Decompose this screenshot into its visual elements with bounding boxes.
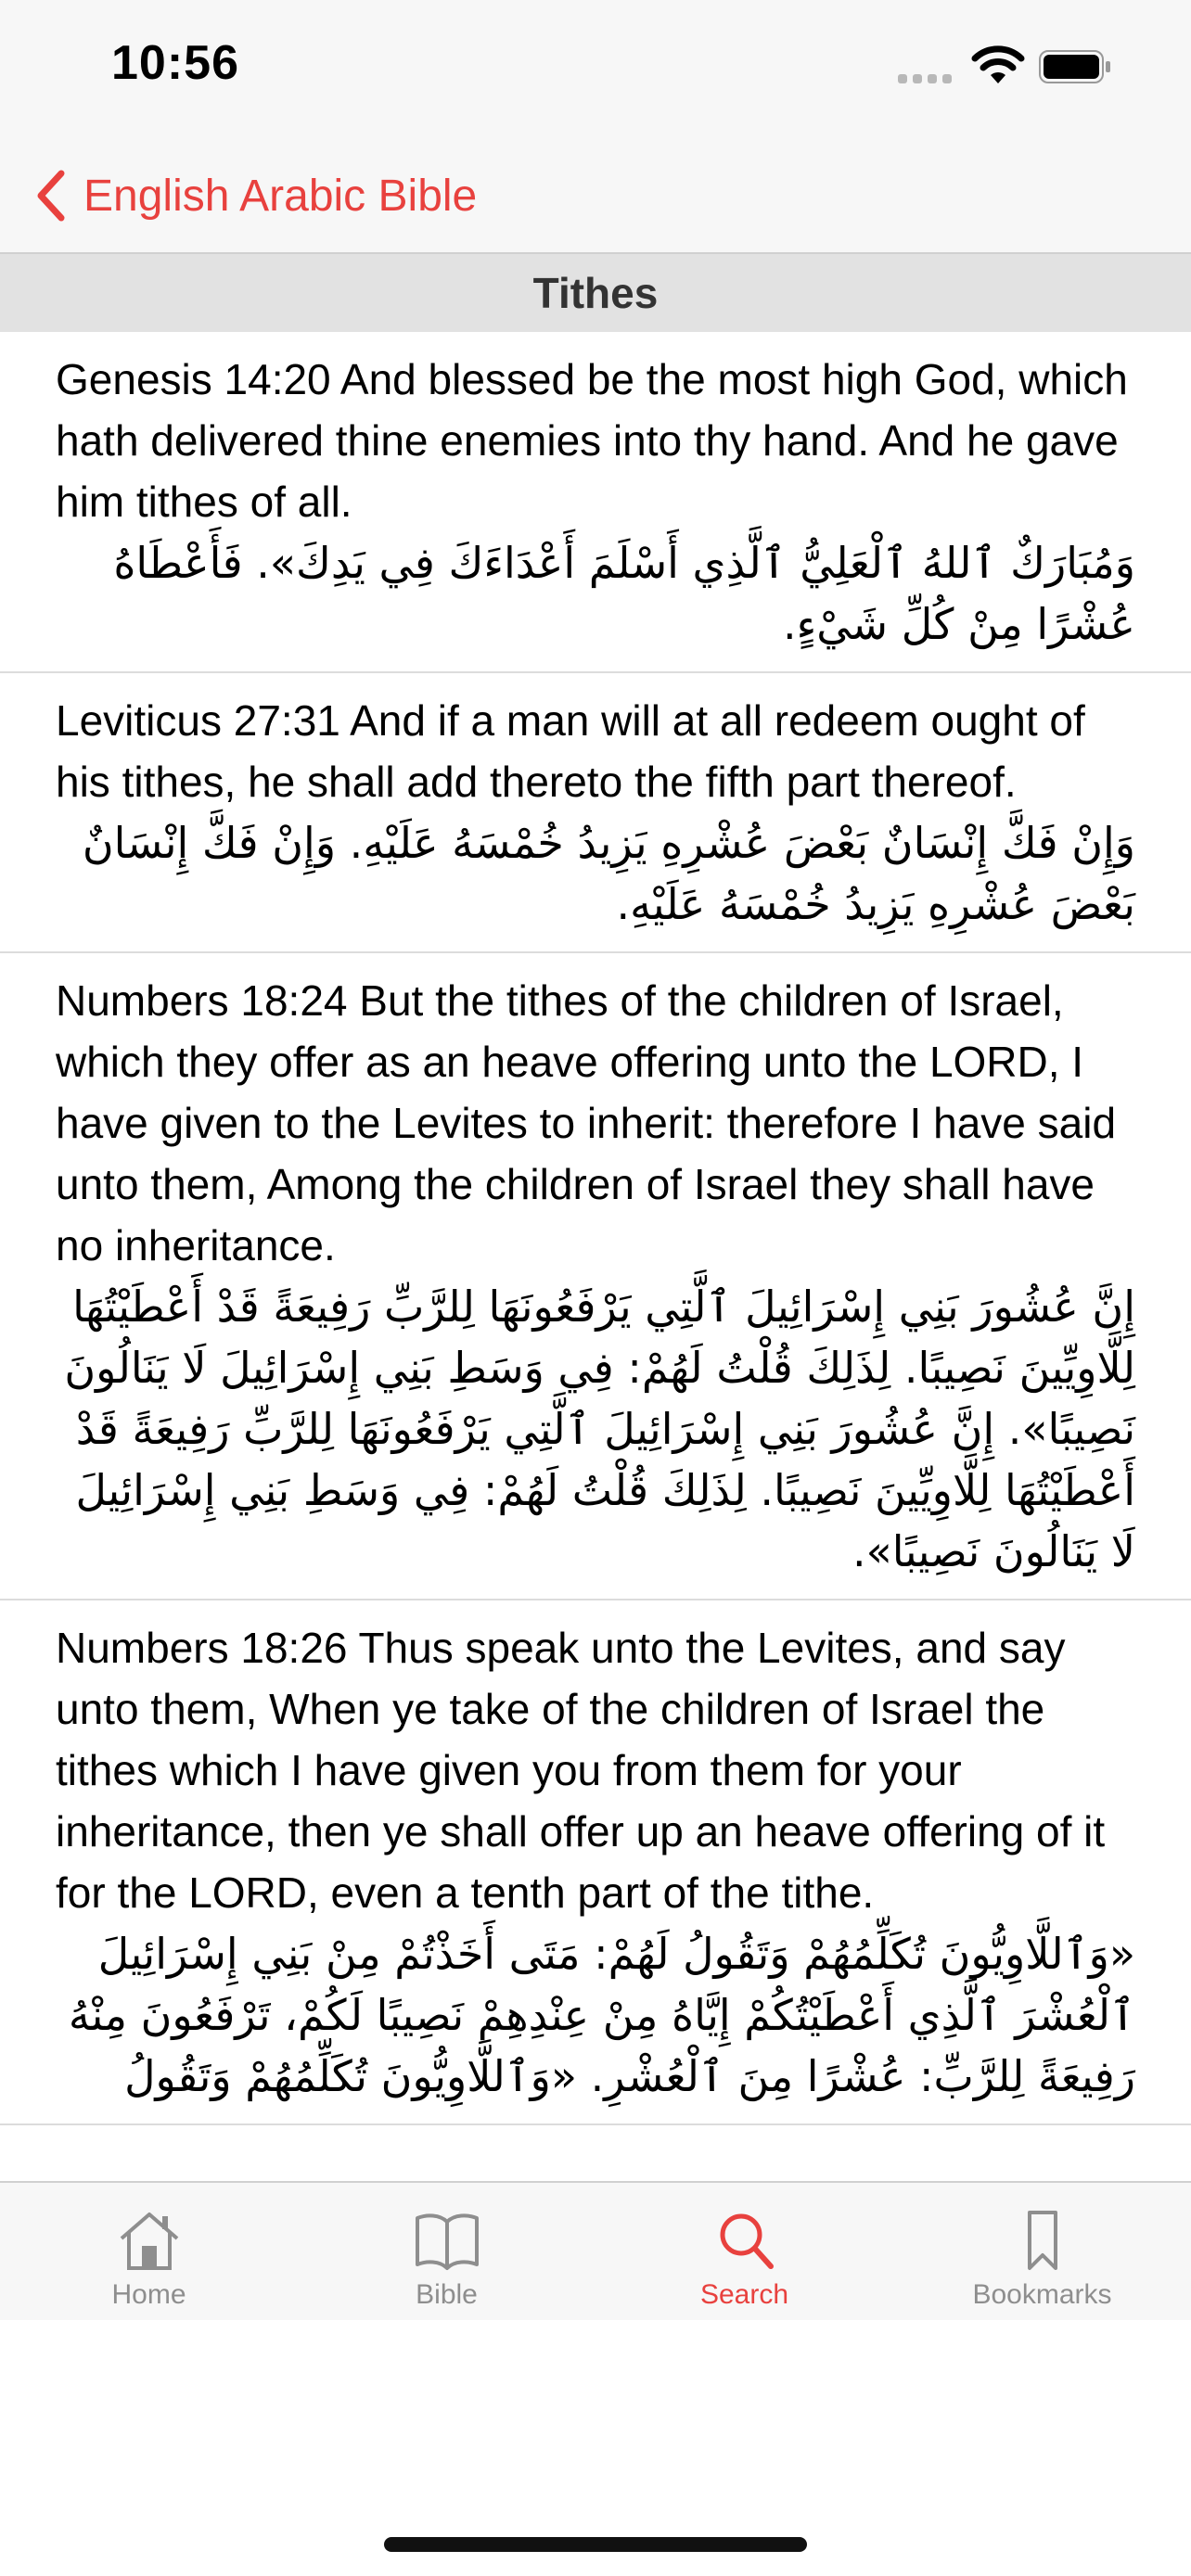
verse-list-item[interactable]: Leviticus 27:31 And if a man will at all… [0, 673, 1191, 953]
section-header: Tithes [0, 254, 1191, 332]
status-time: 10:56 [111, 36, 239, 90]
chevron-left-icon [37, 170, 65, 222]
status-bar: 10:56 [0, 0, 1191, 139]
back-button[interactable]: English Arabic Bible [32, 163, 477, 228]
search-icon [720, 2213, 774, 2269]
verse-arabic-text: وَإِنْ فَكَّ إِنْسَانٌ بَعْضَ عُشْرِهِ ي… [82, 818, 1135, 929]
verse-arabic-text: وَمُبَارَكٌ ٱللهُ ٱلْعَلِيُّ ٱلَّذِي أَس… [113, 538, 1135, 649]
cellular-signal-icon [898, 70, 955, 83]
verse-english-text: Numbers 18:24 But the tithes of the chil… [56, 976, 1117, 1269]
verse-list-item[interactable]: Numbers 18:24 But the tithes of the chil… [0, 953, 1191, 1600]
tab-search-label: Search [699, 2279, 789, 2310]
navigation-bar: English Arabic Bible [0, 139, 1191, 254]
section-title: Tithes [532, 269, 659, 317]
tab-home[interactable]: Home [0, 2183, 298, 2320]
tab-bible[interactable]: Bible [298, 2183, 596, 2320]
tab-bar: Home Bible Search Bookmarks [0, 2181, 1191, 2320]
tab-bible-label: Bible [416, 2279, 478, 2310]
verse-english-text: Leviticus 27:31 And if a man will at all… [56, 696, 1085, 806]
tab-home-label: Home [111, 2279, 186, 2310]
battery-icon [1039, 50, 1110, 83]
verse-arabic-text: إِنَّ عُشُورَ بَنِي إِسْرَائِيلَ ٱلَّتِي… [64, 1282, 1135, 1576]
home-icon [120, 2213, 178, 2270]
home-indicator [384, 2537, 807, 2552]
back-button-label: English Arabic Bible [83, 171, 478, 221]
wifi-icon [971, 45, 1025, 83]
book-icon [415, 2213, 479, 2270]
verse-arabic-text: «وَٱللَّاوِيُّونَ تُكَلِّمُهُمْ وَتَقُول… [68, 1929, 1135, 2101]
verse-list-item[interactable]: Numbers 18:26 Thus speak unto the Levite… [0, 1600, 1191, 2125]
tab-bookmarks-label: Bookmarks [972, 2279, 1112, 2310]
verse-list-item[interactable]: Genesis 14:20 And blessed be the most hi… [0, 332, 1191, 673]
tab-search[interactable]: Search [596, 2183, 893, 2320]
verse-english-text: Genesis 14:20 And blessed be the most hi… [56, 355, 1128, 526]
bookmark-icon [1027, 2211, 1057, 2270]
tab-bookmarks[interactable]: Bookmarks [893, 2183, 1191, 2320]
verse-list[interactable]: Genesis 14:20 And blessed be the most hi… [0, 332, 1191, 2181]
verse-english-text: Numbers 18:26 Thus speak unto the Levite… [56, 1624, 1106, 1917]
